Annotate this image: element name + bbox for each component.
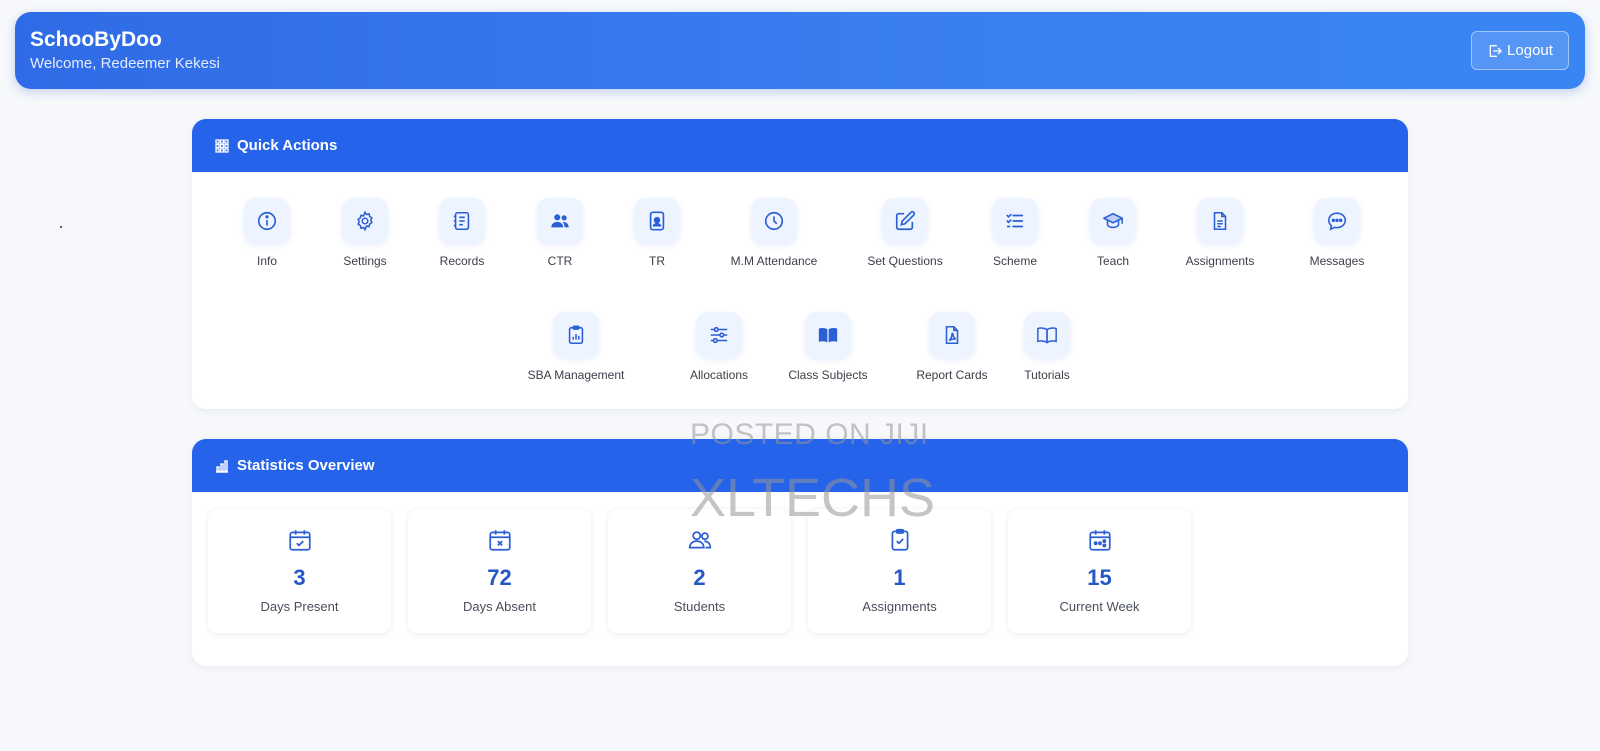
action-class-subjects[interactable]: Class Subjects (768, 312, 888, 382)
action-label: Class Subjects (788, 368, 868, 382)
statistics-title: Statistics Overview (237, 457, 375, 474)
stat-value: 3 (293, 565, 306, 590)
stat-label: Assignments (862, 599, 937, 614)
action-label: Messages (1309, 254, 1365, 268)
action-label: Allocations (689, 368, 749, 382)
action-mm-attendance[interactable]: M.M Attendance (714, 198, 834, 268)
clipboard-chart-icon (568, 325, 584, 345)
clock-icon (764, 211, 784, 231)
logout-button[interactable]: Logout (1471, 31, 1569, 70)
open-book-icon (1037, 327, 1057, 344)
chat-icon (1327, 212, 1347, 231)
action-label: TR (649, 254, 665, 268)
action-label: Info (256, 254, 277, 268)
sliders-icon (710, 326, 728, 344)
watermark-line-1: POSTED ON JIJI (690, 418, 929, 451)
stat-current-week: 15 Current Week (1008, 509, 1191, 633)
quick-actions-title: Quick Actions (237, 137, 338, 154)
logout-label: Logout (1507, 42, 1553, 59)
action-label: SBA Management (527, 368, 625, 382)
action-tr[interactable]: TR (597, 198, 717, 268)
calendar-check-icon (288, 530, 311, 551)
stat-label: Days Present (260, 599, 339, 614)
action-label: Set Questions (867, 254, 943, 268)
clipboard-check-icon (891, 528, 908, 551)
stat-value: 1 (893, 565, 906, 590)
stat-label: Students (673, 599, 726, 614)
quick-actions-card: Quick Actions Info Settings Records CTR … (192, 119, 1408, 409)
action-label: M.M Attendance (730, 254, 818, 268)
users-icon (688, 531, 711, 549)
list-check-icon (1006, 213, 1024, 228)
action-assignments[interactable]: Assignments (1160, 198, 1280, 268)
edit-icon (895, 210, 916, 231)
pdf-file-icon (945, 325, 959, 345)
stray-dot (60, 226, 62, 228)
action-label: Settings (343, 254, 387, 268)
grid-icon (215, 138, 229, 153)
stat-label: Days Absent (463, 599, 536, 614)
id-badge-icon (649, 211, 665, 231)
document-icon (1213, 211, 1227, 231)
stat-value: 72 (487, 565, 512, 590)
welcome-message: Welcome, Redeemer Kekesi (30, 55, 220, 72)
top-header: SchooByDoo Welcome, Redeemer Kekesi Logo… (15, 12, 1585, 89)
quick-actions-header: Quick Actions (192, 119, 1408, 172)
action-label: Assignments (1185, 254, 1255, 268)
brand-name: SchooByDoo (30, 28, 162, 51)
action-label: Teach (1096, 254, 1130, 268)
watermark-line-2: XLTECHS (690, 468, 936, 528)
action-label: Report Cards (916, 368, 988, 382)
book-icon (818, 327, 838, 343)
action-set-questions[interactable]: Set Questions (845, 198, 965, 268)
graduation-cap-icon (1103, 212, 1123, 229)
action-allocations[interactable]: Allocations (659, 312, 779, 382)
logout-icon (1489, 44, 1502, 57)
bar-chart-icon (216, 459, 228, 473)
action-label: Tutorials (1024, 368, 1070, 382)
stat-days-present: 3 Days Present (208, 509, 391, 633)
action-label: Scheme (992, 254, 1038, 268)
calendar-x-icon (488, 530, 511, 551)
action-sba-management[interactable]: SBA Management (516, 312, 636, 382)
calendar-week-icon (1088, 530, 1111, 551)
stat-value: 15 (1087, 565, 1112, 590)
stat-days-absent: 72 Days Absent (408, 509, 591, 633)
stat-value: 2 (693, 565, 706, 590)
action-label: Records (439, 254, 485, 268)
stat-label: Current Week (1059, 599, 1140, 614)
action-messages[interactable]: Messages (1277, 198, 1397, 268)
info-icon (257, 211, 277, 231)
users-icon (551, 214, 569, 228)
records-icon (453, 211, 470, 231)
action-tutorials[interactable]: Tutorials (987, 312, 1107, 382)
action-label: CTR (547, 254, 573, 268)
action-teach[interactable]: Teach (1053, 198, 1173, 268)
gear-icon (357, 210, 373, 232)
